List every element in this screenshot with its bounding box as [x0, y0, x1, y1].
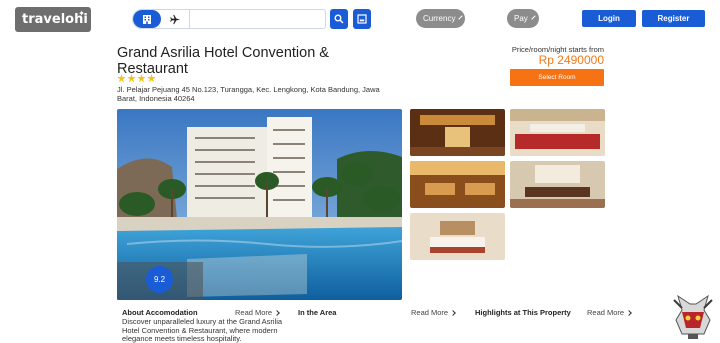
- search-input[interactable]: [190, 9, 326, 29]
- bird-icon: ✦: [78, 9, 85, 18]
- star-rating: [117, 74, 156, 83]
- search-mode-toggle: [132, 9, 190, 29]
- select-room-button[interactable]: Select Room: [510, 69, 604, 86]
- mascot-chat-widget[interactable]: [670, 290, 716, 340]
- hotel-mode-button[interactable]: [133, 10, 161, 28]
- robot-mascot-icon: [673, 294, 713, 339]
- login-button[interactable]: Login: [582, 10, 636, 27]
- read-more-label: Read More: [411, 308, 449, 317]
- image-icon: [357, 14, 367, 24]
- price-value: Rp 2490000: [538, 53, 604, 67]
- highlights-read-more-link[interactable]: Read More: [587, 308, 632, 317]
- about-accommodation-title: About Accomodation: [122, 308, 198, 317]
- dining-room-image: [510, 161, 605, 208]
- airplane-icon: [169, 14, 180, 24]
- image-search-button[interactable]: [353, 9, 371, 29]
- search-icon: [334, 14, 344, 24]
- currency-label: Currency: [423, 14, 456, 23]
- chevron-right-icon: [274, 309, 280, 316]
- chevron-right-icon: [626, 309, 632, 316]
- travelohi-logo[interactable]: travelohi ✦: [15, 7, 91, 32]
- star-icon: [137, 74, 146, 83]
- hotel-address: Jl. Pelajar Pejuang 45 No.123, Turangga,…: [117, 85, 380, 103]
- chevron-down-icon: [458, 14, 464, 20]
- read-more-label: Read More: [587, 308, 625, 317]
- chevron-down-icon: [531, 14, 536, 20]
- area-read-more-link[interactable]: Read More: [411, 308, 456, 317]
- star-icon: [147, 74, 156, 83]
- in-the-area-title: In the Area: [298, 308, 337, 317]
- hotel-thumbnail[interactable]: [510, 109, 605, 156]
- pay-dropdown[interactable]: Pay: [507, 9, 539, 28]
- hotel-thumbnail[interactable]: [410, 161, 505, 208]
- flight-mode-button[interactable]: [161, 10, 189, 28]
- hotel-thumbnail[interactable]: [410, 213, 505, 260]
- hotel-name: Grand Asrilia Hotel Convention & Restaur…: [117, 45, 329, 77]
- banquet-hall-image: [510, 109, 605, 156]
- hotel-icon: [143, 15, 151, 24]
- search-button[interactable]: [330, 9, 348, 29]
- about-description: Discover unparalleled luxury at the Gran…: [122, 317, 283, 343]
- rating-score: 9.2: [146, 266, 173, 293]
- lobby-image: [410, 109, 505, 156]
- bedroom-image: [410, 213, 505, 260]
- currency-dropdown[interactable]: Currency: [416, 9, 465, 28]
- chevron-right-icon: [450, 309, 456, 316]
- register-button[interactable]: Register: [642, 10, 705, 27]
- star-icon: [117, 74, 126, 83]
- read-more-label: Read More: [235, 308, 273, 317]
- pay-label: Pay: [514, 14, 528, 23]
- hotel-thumbnail[interactable]: [510, 161, 605, 208]
- highlights-title: Highlights at This Property: [475, 308, 571, 317]
- restaurant-image: [410, 161, 505, 208]
- hotel-thumbnail[interactable]: [410, 109, 505, 156]
- star-icon: [127, 74, 136, 83]
- about-read-more-link[interactable]: Read More: [235, 308, 280, 317]
- search-bar: [132, 9, 326, 29]
